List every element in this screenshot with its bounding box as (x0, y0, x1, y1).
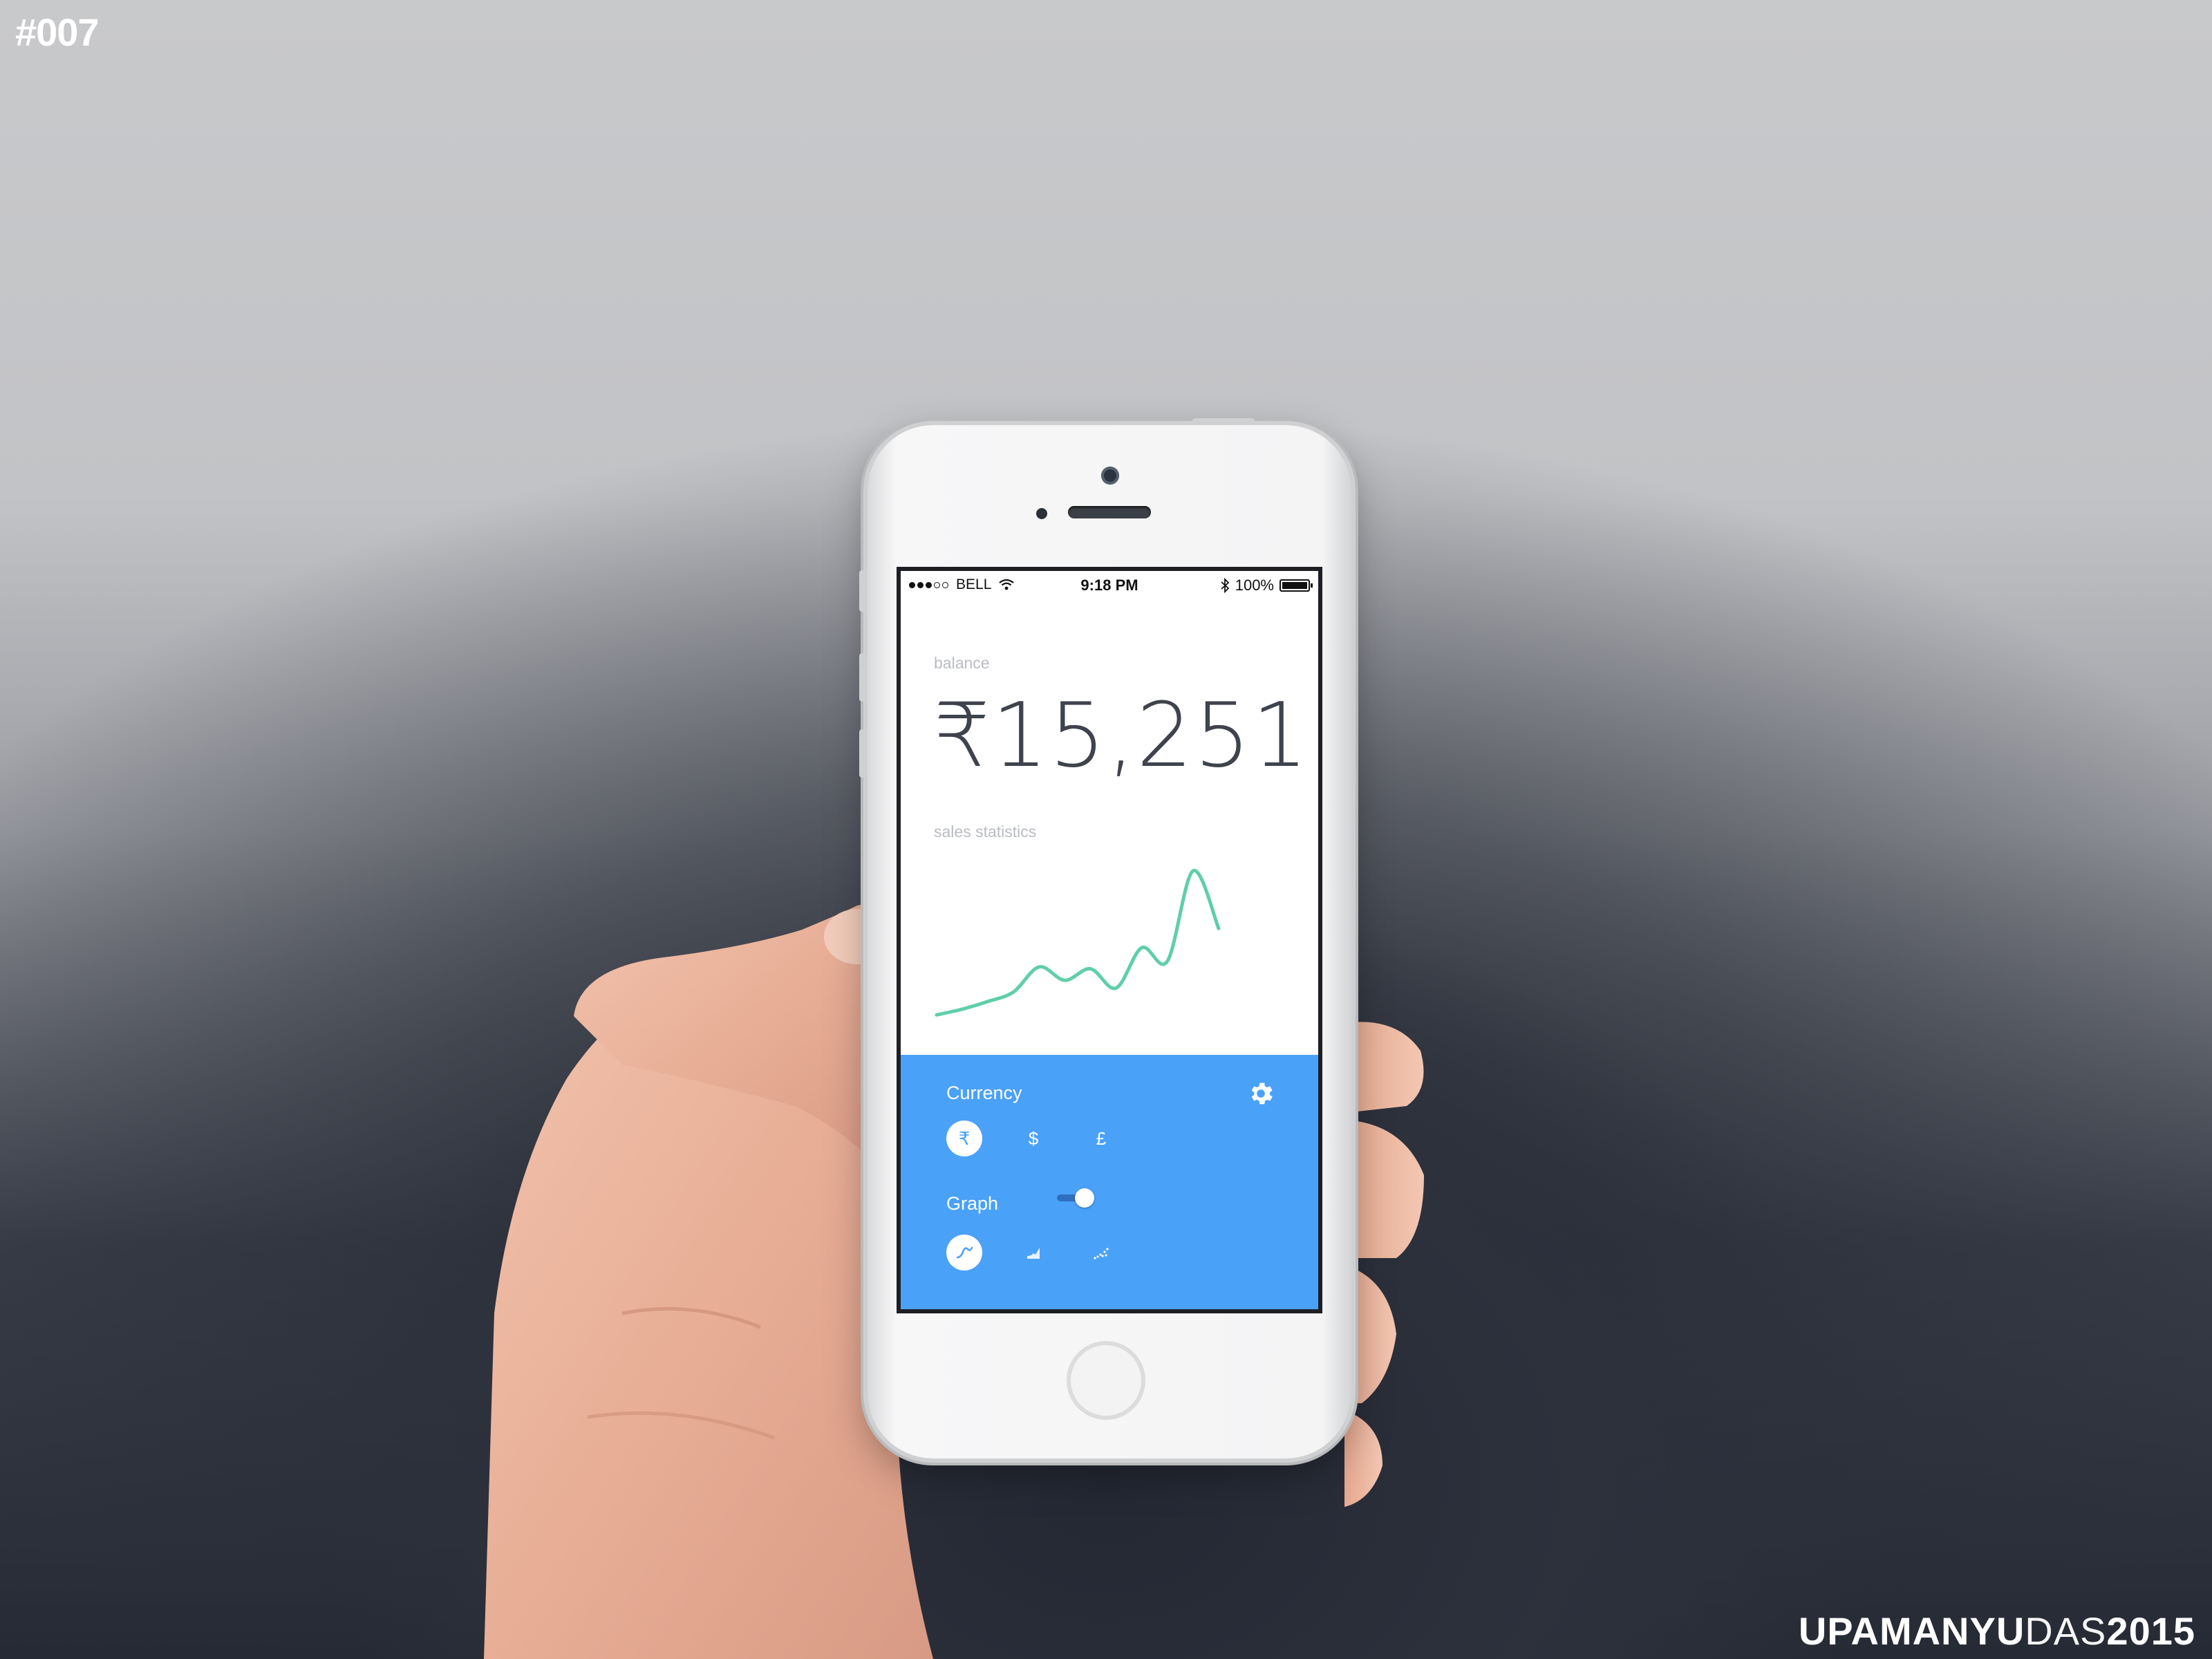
area-graph-icon (1027, 1248, 1040, 1259)
front-camera (1101, 467, 1119, 485)
gear-icon[interactable] (1246, 1079, 1275, 1108)
status-bar: BELL 9:18 PM 100% (901, 571, 1318, 599)
graph-toggle[interactable] (1057, 1188, 1094, 1208)
area-graph-option[interactable] (1015, 1235, 1051, 1271)
battery-icon (1280, 579, 1313, 592)
proximity-sensor (1036, 508, 1047, 519)
home-button[interactable] (1067, 1341, 1145, 1420)
balance-label: balance (934, 654, 990, 672)
currency-dollar-option[interactable]: $ (1015, 1121, 1051, 1156)
volume-up-button (859, 653, 865, 702)
signature-last-name: DAS (2025, 1609, 2107, 1653)
sales-series-line (935, 869, 1221, 1017)
currency-pound-option[interactable]: £ (1083, 1121, 1119, 1156)
signature-year: 2015 (2106, 1609, 2195, 1653)
currency-rupee-option[interactable]: ₹ (946, 1121, 982, 1156)
line-graph-icon (956, 1246, 973, 1259)
sales-line-chart (935, 869, 1221, 1017)
phone-device: BELL 9:18 PM 100% balance ₹15,251 sales … (859, 418, 1351, 1459)
graph-label: Graph (946, 1193, 999, 1214)
earpiece-speaker (1068, 506, 1151, 518)
scatter-graph-option[interactable] (1083, 1235, 1119, 1271)
balance-value: ₹15,251 (934, 684, 1310, 787)
mute-switch (859, 570, 865, 612)
battery-percentage: 100% (1235, 577, 1274, 594)
toggle-knob (1075, 1188, 1094, 1208)
sales-statistics-label: sales statistics (934, 823, 1037, 841)
signature-first-name: UPAMANYU (1798, 1609, 2025, 1653)
designer-signature: UPAMANYUDAS2015 (1799, 1609, 2195, 1653)
power-button (1192, 418, 1255, 424)
line-graph-option[interactable] (946, 1235, 982, 1271)
status-right-group: 100% (1220, 577, 1313, 594)
scatter-graph-icon (1094, 1248, 1109, 1259)
volume-down-button (859, 729, 865, 778)
app-screen: BELL 9:18 PM 100% balance ₹15,251 sales … (897, 567, 1322, 1313)
currency-label: Currency (946, 1082, 1022, 1103)
settings-panel: Currency ₹ $ £ Graph (901, 1055, 1318, 1309)
bluetooth-icon (1221, 578, 1230, 593)
